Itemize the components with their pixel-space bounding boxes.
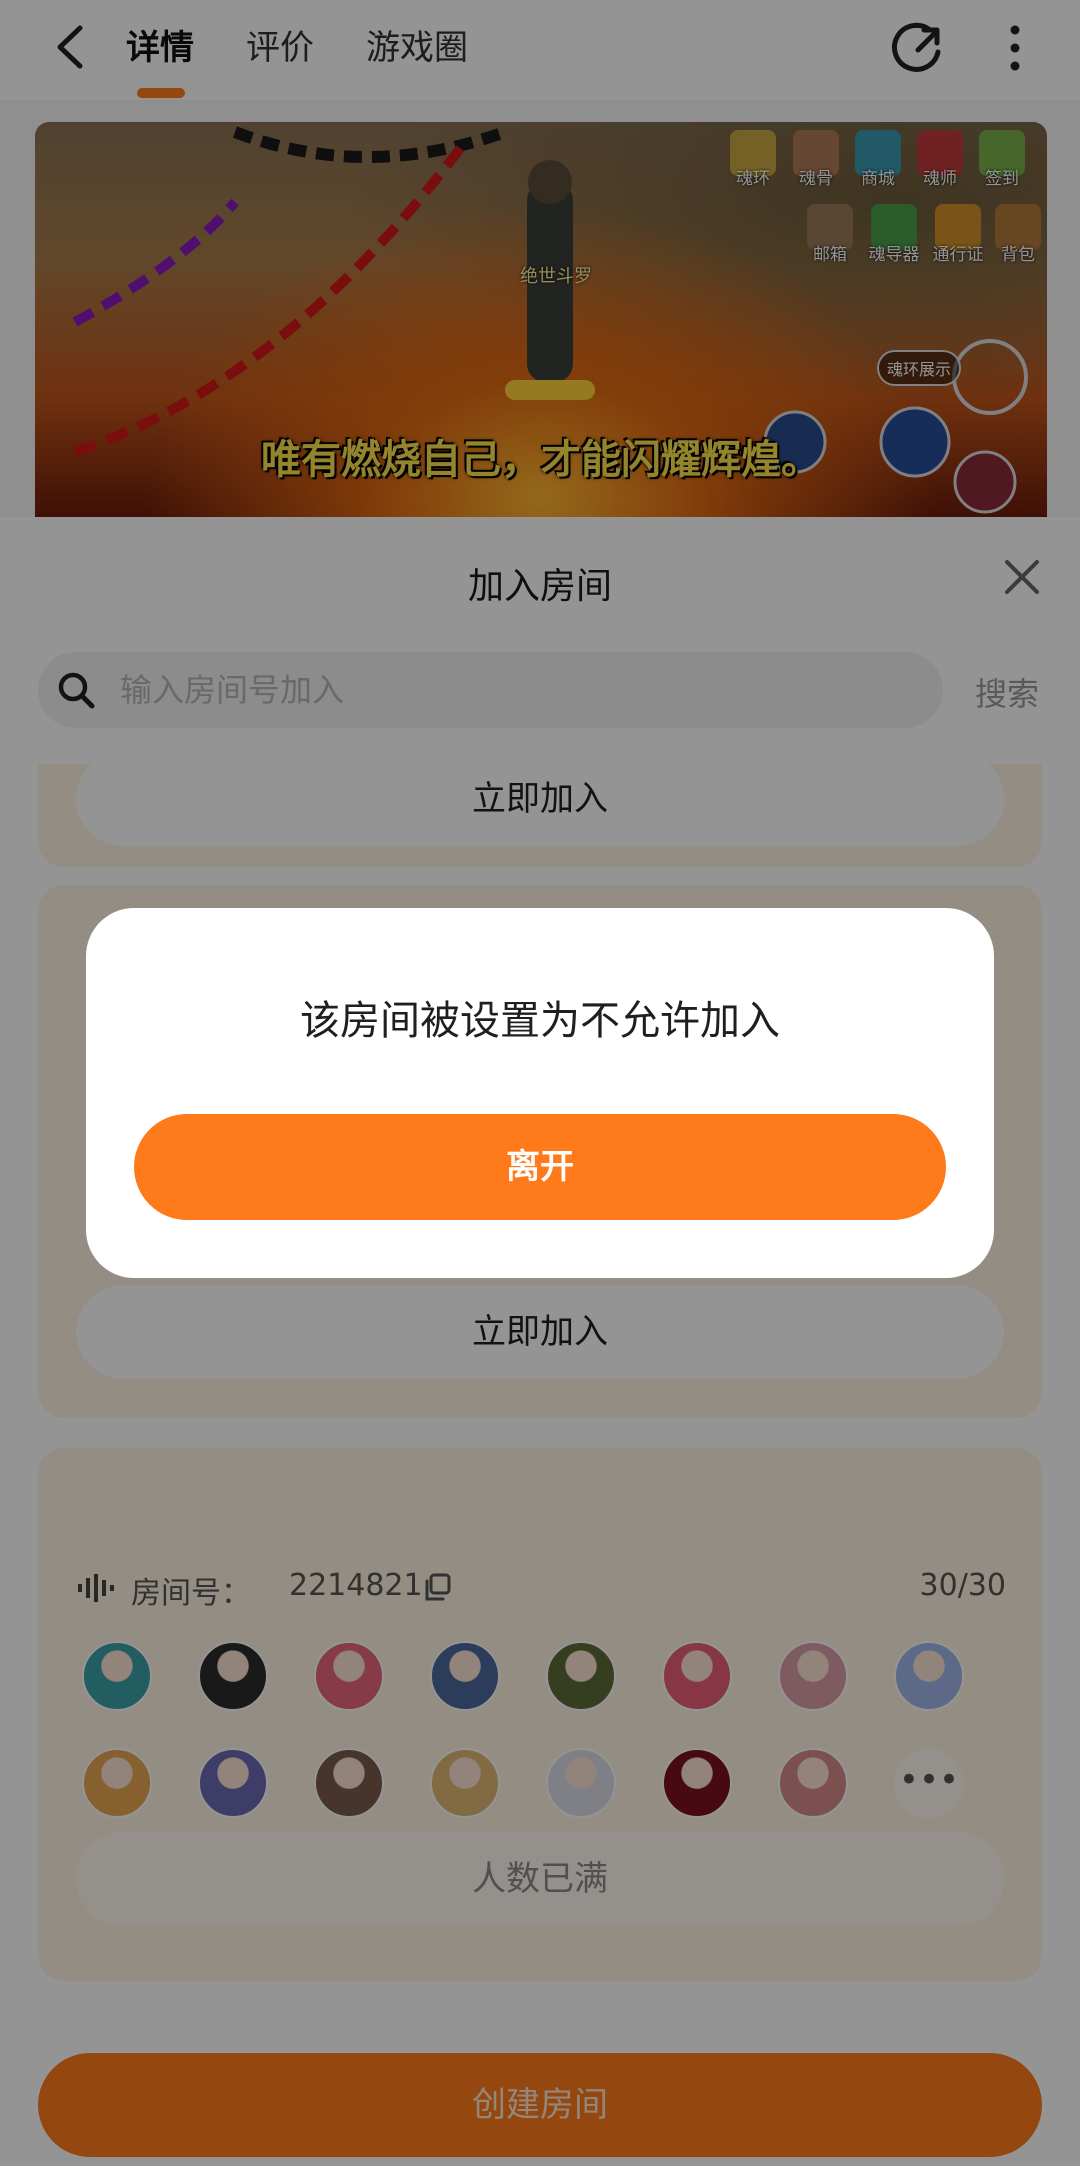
leave-button[interactable]: 离开	[134, 1114, 946, 1220]
room-not-joinable-dialog: 该房间被设置为不允许加入 离开	[86, 908, 994, 1278]
dialog-message: 该房间被设置为不允许加入	[300, 998, 780, 1044]
